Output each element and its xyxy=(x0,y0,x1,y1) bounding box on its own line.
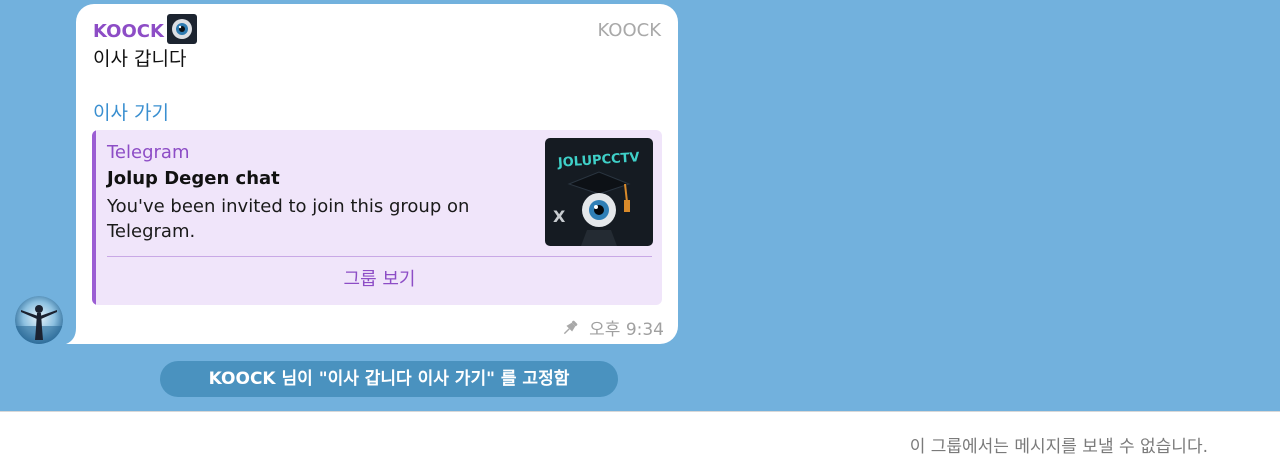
preview-thumbnail[interactable]: JOLUPCCTV X xyxy=(545,138,653,246)
preview-accent-bar xyxy=(92,130,96,305)
avatar[interactable] xyxy=(15,296,63,344)
thumbnail-letter: X xyxy=(553,207,566,226)
pinned-service-message[interactable]: KOOCK 님이 "이사 갑니다 이사 가기" 를 고정함 xyxy=(160,361,618,397)
channel-tag: KOOCK xyxy=(597,20,661,41)
chat-area: KOOCK KOOCK 이사 갑니다 이사 가기 Telegram Jolup … xyxy=(0,0,1280,411)
footer-bar: 이 그룹에서는 메시지를 보낼 수 없습니다. xyxy=(0,411,1280,455)
preview-divider xyxy=(107,256,652,257)
preview-site-name: Telegram xyxy=(107,142,190,163)
message-meta: 오후 9:34 xyxy=(560,315,664,340)
link-preview[interactable]: Telegram Jolup Degen chat You've been in… xyxy=(92,130,662,305)
preview-title: Jolup Degen chat xyxy=(107,168,280,189)
message-link[interactable]: 이사 가기 xyxy=(93,98,169,125)
sender-name-label[interactable]: KOOCK xyxy=(93,21,164,42)
message-bubble[interactable]: KOOCK KOOCK 이사 갑니다 이사 가기 Telegram Jolup … xyxy=(76,4,678,344)
pin-icon xyxy=(563,320,578,334)
eye-badge-icon xyxy=(166,14,197,44)
cannot-send-notice: 이 그룹에서는 메시지를 보낼 수 없습니다. xyxy=(909,437,1208,455)
message-time: 오후 9:34 xyxy=(589,320,664,340)
message-text: 이사 갑니다 xyxy=(93,48,187,70)
view-group-button[interactable]: 그룹 보기 xyxy=(107,263,652,297)
preview-description: You've been invited to join this group o… xyxy=(107,196,470,242)
sender-name[interactable]: KOOCK xyxy=(93,14,197,44)
